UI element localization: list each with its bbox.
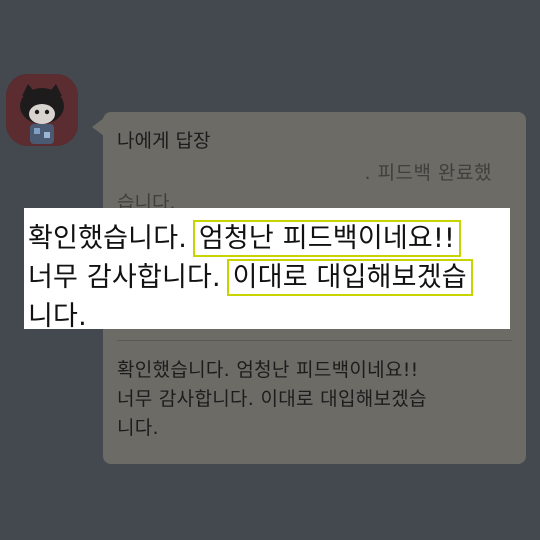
zoom-highlight-2: 이대로 대입해보겠습 xyxy=(226,259,473,296)
reply-line-2: 너무 감사합니다. 이대로 대입해보겠습 xyxy=(117,388,427,410)
reply-line-1: 확인했습니다. 엄청난 피드백이네요!! xyxy=(117,359,419,381)
avatar-image xyxy=(6,74,78,146)
zoom-line-3-text: 니다. xyxy=(28,301,87,332)
reply-line-3: 니다. xyxy=(117,417,159,439)
zoom-highlight-1: 엄청난 피드백이네요!! xyxy=(192,220,462,257)
reply-title: 나에게 답장 xyxy=(117,130,211,152)
zoom-line-1: 확인했습니다. 엄청난 피드백이네요!! xyxy=(28,216,462,257)
sender-avatar[interactable] xyxy=(6,74,78,146)
quoted-message-line-1: . 피드백 완료했 xyxy=(364,162,492,184)
reply-message-body: 확인했습니다. 엄청난 피드백이네요!! 너무 감사합니다. 이대로 대입해보겠… xyxy=(117,356,512,443)
divider xyxy=(117,340,512,341)
zoom-line-1-text: 확인했습니다. xyxy=(28,223,188,254)
zoom-line-2: 너무 감사합니다. 이대로 대입해보겠습 xyxy=(28,255,473,296)
zoom-line-2-text: 너무 감사합니다. xyxy=(28,262,221,293)
zoomed-text-callout: 확인했습니다. 엄청난 피드백이네요!! 너무 감사합니다. 이대로 대입해보겠… xyxy=(24,208,510,332)
zoom-line-3: 니다. xyxy=(28,294,87,333)
